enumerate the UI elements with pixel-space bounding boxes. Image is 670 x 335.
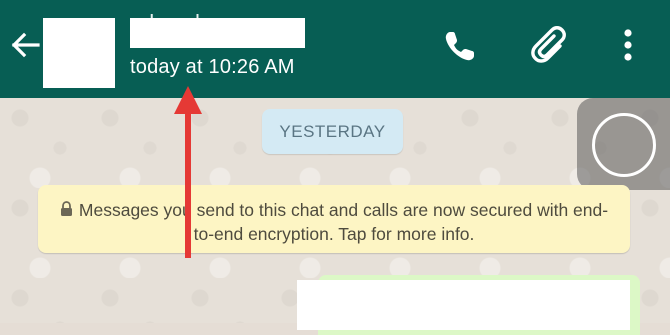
encryption-notice-text: Messages you send to this chat and calls… — [78, 200, 609, 244]
more-options-icon[interactable] — [618, 28, 638, 64]
lock-icon — [60, 201, 72, 216]
avatar[interactable] — [43, 18, 115, 88]
floating-capture-button[interactable] — [577, 98, 670, 190]
last-seen-status[interactable]: today at 10:26 AM — [130, 56, 295, 79]
encryption-notice[interactable]: Messages you send to this chat and calls… — [38, 185, 630, 253]
back-arrow-icon[interactable] — [8, 28, 42, 62]
phone-icon[interactable] — [440, 26, 480, 66]
chat-header: ahaaha today at 10:26 AM — [0, 0, 670, 98]
annotation-arrow — [174, 86, 202, 258]
paperclip-icon[interactable] — [530, 24, 572, 68]
circle-ring-icon — [592, 113, 656, 177]
contact-name-redaction — [130, 18, 305, 48]
date-chip: YESTERDAY — [262, 109, 403, 154]
